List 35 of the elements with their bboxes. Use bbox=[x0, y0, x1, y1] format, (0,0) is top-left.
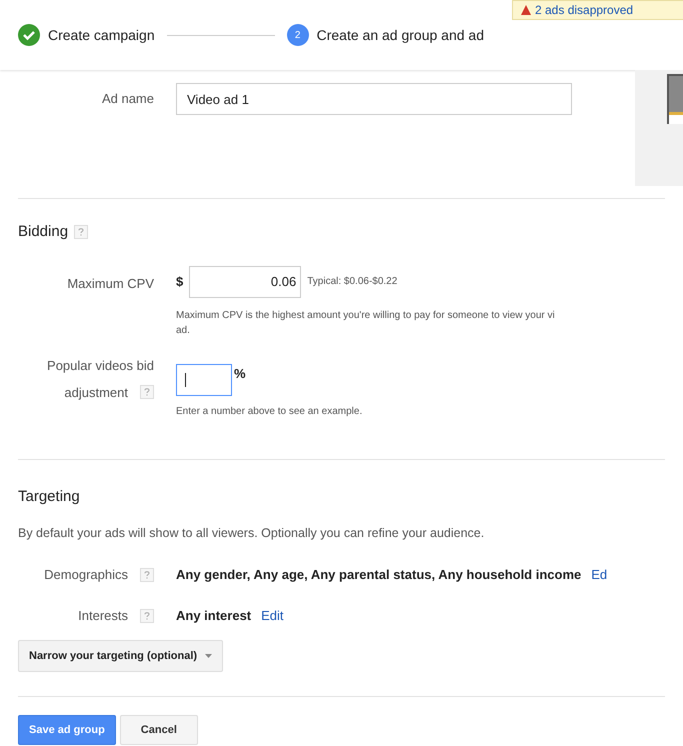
warning-icon bbox=[521, 5, 531, 15]
field-label: Interests bbox=[78, 607, 128, 626]
help-text: Maximum CPV is the highest amount you're willing to pay for someone to view your vi bbox=[176, 308, 555, 322]
help-icon[interactable] bbox=[140, 568, 154, 582]
targeting-value: Any gender, Any age, Any parental status, Any household income bbox=[176, 566, 582, 584]
field-label: Maximum CPV bbox=[66, 274, 155, 292]
narrow-targeting-dropdown[interactable]: Narrow your targeting (optional) bbox=[18, 640, 224, 672]
field-label: Popular videos bid bbox=[47, 356, 154, 375]
step-label: Create an ad group and ad bbox=[316, 26, 484, 45]
cancel-button[interactable]: Cancel bbox=[120, 714, 198, 745]
percent-sign: % bbox=[234, 364, 246, 382]
caret-icon bbox=[205, 654, 212, 658]
help-text: ad. bbox=[176, 324, 191, 338]
currency-symbol: $ bbox=[176, 272, 184, 291]
step-label: Create campaign bbox=[48, 26, 155, 45]
help-icon[interactable] bbox=[140, 385, 154, 399]
ad-name-field[interactable]: Video ad 1 bbox=[176, 83, 572, 115]
field-label: Ad name bbox=[100, 90, 155, 108]
section-title: Bidding bbox=[18, 222, 68, 242]
targeting-value: Any interest bbox=[176, 607, 252, 626]
edit-link[interactable]: Ed bbox=[591, 564, 608, 584]
typical-range: Typical: $0.06-$0.22 bbox=[307, 275, 398, 289]
edit-link[interactable]: Edit bbox=[261, 606, 284, 626]
step-number: 2 bbox=[286, 24, 309, 46]
field-label: Demographics bbox=[44, 566, 128, 584]
max-cpv-field[interactable]: 0.06 bbox=[189, 266, 302, 298]
help-icon[interactable] bbox=[140, 609, 154, 623]
description: By default your ads will show to all viewers. Optionally you can refine your audience. bbox=[17, 525, 486, 542]
help-text: Enter a number above to see an example. bbox=[176, 404, 362, 418]
section-title: Targeting bbox=[17, 486, 81, 506]
bid-adjustment-field[interactable] bbox=[176, 364, 232, 396]
field-label: adjustment bbox=[64, 384, 128, 402]
disapproval-notice[interactable]: 2 ads disapproved bbox=[512, 0, 683, 20]
notice-text: 2 ads disapproved bbox=[535, 2, 634, 19]
help-icon[interactable] bbox=[74, 225, 88, 240]
